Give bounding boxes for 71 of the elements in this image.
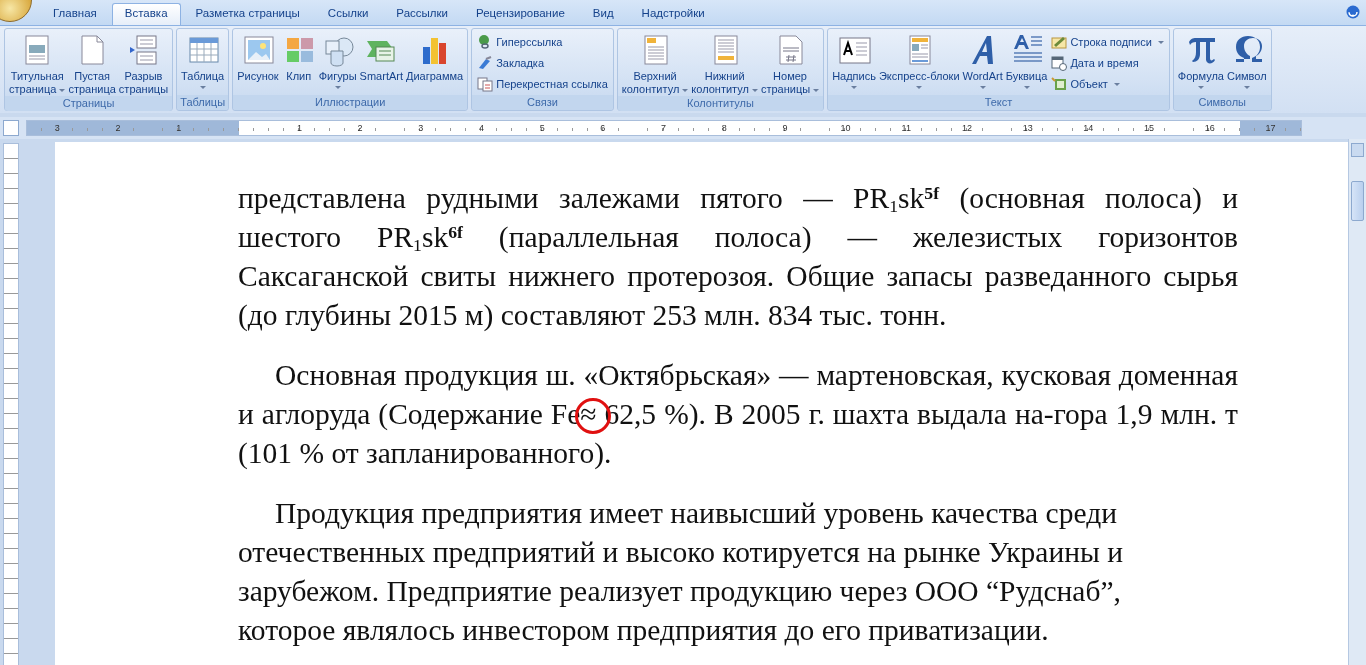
group-label: Таблицы [177, 95, 229, 110]
object-icon [1051, 76, 1068, 92]
ruler-number: 11 [875, 121, 937, 135]
ribbon-button[interactable]: Разрыв страницы [117, 31, 170, 96]
calendar-clock-icon [1051, 55, 1068, 71]
ruler-number: 3 [390, 121, 452, 135]
ribbon-tab[interactable]: Разметка страницы [182, 3, 313, 25]
ribbon-button[interactable]: Верхний колонтитул [620, 31, 690, 96]
ribbon-button[interactable]: Таблица [180, 31, 226, 89]
ruler-number: 16 [1179, 121, 1241, 135]
ribbon-button[interactable]: Надпись [831, 31, 877, 89]
ruler-number: 9 [754, 121, 816, 135]
ribbon-button[interactable]: Рисунок [236, 31, 280, 83]
ribbon-tab[interactable]: Главная [40, 3, 110, 25]
group-label: Колонтитулы [617, 96, 824, 111]
ribbon-button[interactable]: Формула [1176, 31, 1225, 89]
ribbon-tab[interactable]: Надстройки [628, 3, 718, 25]
paragraph-text: представлена рудными залежами пятого — PR$_{1}$sk$^{5f}$ (основная полоса) и шестого PR$_{1}$sk$^{6f}$ (параллельная полоса) — железистых горизонтов Саксаганской свиты нижнего протерозоя. Общие запасы разведанного сырья (до глубины 2015 м) составляют 253 млн. 834 тыс. тонн. [238, 181, 1238, 333]
horizontal-ruler[interactable]: 3 2 1 1 2 3 4 5 6 7 8 9 10 11 12 13 14 15 16 17 [26, 120, 1302, 136]
group-label: Текст [828, 95, 1169, 110]
ribbon-button[interactable]: Объект [1049, 74, 1166, 94]
signature-icon [1051, 34, 1068, 50]
ribbon-tab[interactable]: Вид [579, 3, 627, 25]
paragraph-text: Продукция предприятия имеет наивысший уровень качества среди отечественных предприятий и высоко котируется на рынке Украины и зарубежом. Предприятие реализует продукцию через ООО “Рудснаб”, которое являлось инвестором предприятия до его приватизации. [238, 496, 1124, 648]
ruler-tab-selector[interactable] [3, 120, 19, 136]
ruler-number: 5 [511, 121, 573, 135]
ruler-number: 7 [633, 121, 694, 135]
cross-reference-icon [477, 76, 494, 92]
ribbon-tab[interactable]: Рецензирование [463, 3, 578, 25]
help-icon[interactable] [1346, 5, 1360, 19]
ruler-number: 1 [148, 121, 210, 135]
ruler-number: 8 [693, 121, 755, 135]
ruler-number: 6 [572, 121, 634, 135]
ribbon-button[interactable]: WordArt [961, 31, 1004, 89]
ruler-number: 17 [1240, 121, 1301, 135]
ruler-number: 2 [87, 121, 149, 135]
ruler-number: 14 [1058, 121, 1119, 135]
ruler-number: 4 [451, 121, 512, 135]
ruler-number: 15 [1118, 121, 1180, 135]
ribbon-button[interactable]: Строка подписи [1049, 32, 1166, 52]
ruler-number: 2 [329, 121, 391, 135]
ribbon-button[interactable]: Перекрестная ссылка [475, 74, 610, 94]
ruler-number: 13 [997, 121, 1058, 135]
ruler-number: 12 [936, 121, 998, 135]
bookmark-icon [477, 55, 494, 71]
ribbon-button[interactable]: SmartArt [358, 31, 404, 83]
scroll-thumb[interactable] [1351, 181, 1364, 221]
group-label: Символы [1173, 95, 1271, 110]
ribbon-tab[interactable]: Вставка [111, 3, 181, 25]
group-label: Связи [472, 95, 613, 110]
ribbon-tab[interactable]: Рассылки [383, 3, 461, 25]
ruler-number: 10 [815, 121, 876, 135]
ribbon-button[interactable]: Номер страницы [759, 31, 821, 96]
vertical-scrollbar[interactable] [1348, 139, 1366, 665]
ribbon-button[interactable]: Нижний колонтитул [690, 31, 759, 96]
ribbon-button[interactable]: Закладка [475, 53, 610, 73]
ruler-number: 3 [27, 121, 88, 135]
ribbon-button[interactable]: Фигуры [317, 31, 358, 89]
group-label: Иллюстрации [233, 95, 468, 110]
ribbon-button[interactable]: Дата и время [1049, 53, 1166, 73]
ribbon-button[interactable]: Клип [280, 31, 317, 83]
ribbon-button[interactable]: Символ [1225, 31, 1268, 89]
ribbon-button[interactable]: Буквица [1004, 31, 1049, 89]
ribbon-button[interactable]: Титульная страница [8, 31, 67, 96]
ribbon-button[interactable]: Гиперссылка [475, 32, 610, 52]
ribbon-tab[interactable]: Ссылки [314, 3, 382, 25]
group-label: Страницы [5, 96, 173, 111]
ribbon-button[interactable]: Диаграмма [405, 31, 465, 83]
ribbon-button[interactable]: Пустая страница [67, 31, 117, 96]
ribbon-button[interactable]: Экспресс-блоки [877, 31, 961, 89]
ruler-number: 1 [269, 121, 330, 135]
